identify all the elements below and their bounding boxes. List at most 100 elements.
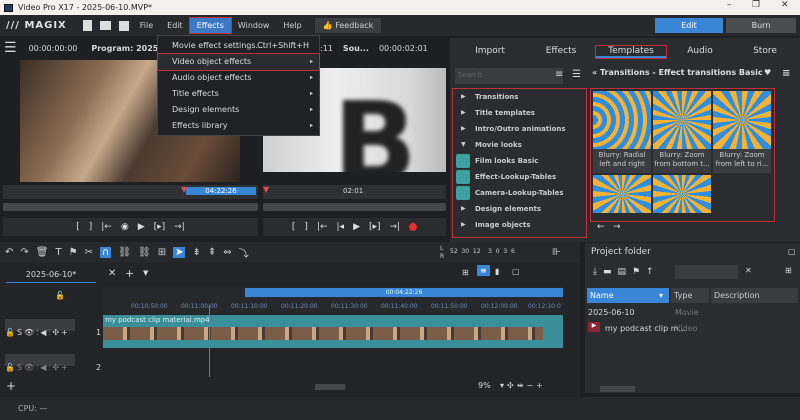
- timeline-view-icon[interactable]: ≡: [477, 265, 490, 276]
- template-thumb[interactable]: [653, 175, 711, 213]
- menu-window[interactable]: Window: [231, 18, 277, 33]
- burn-mode-button[interactable]: Burn: [726, 18, 796, 33]
- tab-audio[interactable]: Audio: [665, 46, 735, 56]
- playhead-marker-icon[interactable]: ▼: [181, 185, 187, 194]
- tree-item-design-elements[interactable]: ▶ Design elements: [453, 201, 586, 217]
- lock-icon[interactable]: 🔓: [55, 291, 65, 300]
- scene-view-icon[interactable]: ▮: [495, 267, 499, 276]
- play-button[interactable]: ▶: [353, 222, 360, 232]
- zoom-level[interactable]: 9%: [478, 381, 491, 390]
- panel-menu-icon[interactable]: ≡: [782, 68, 790, 79]
- tree-item-effect-lut[interactable]: Effect-Lookup-Tables: [453, 169, 586, 185]
- menu-item-title-effects[interactable]: Title effects ▸: [158, 86, 319, 102]
- next-marker-button[interactable]: [▸]: [369, 222, 381, 232]
- column-header-type[interactable]: Type: [671, 288, 709, 303]
- previous-frame-button[interactable]: |◂: [337, 222, 345, 232]
- unlink-icon[interactable]: ⛓: [138, 247, 151, 258]
- open-folder-icon[interactable]: [99, 21, 111, 30]
- menu-item-design-elements[interactable]: Design elements ▸: [158, 102, 319, 118]
- delete-icon[interactable]: 🗑: [36, 247, 49, 258]
- menu-edit[interactable]: Edit: [160, 18, 190, 33]
- tree-item-camera-lut[interactable]: Camera-Lookup-Tables: [453, 185, 586, 201]
- feedback-button[interactable]: 👍 Feedback: [314, 18, 382, 33]
- multitrack-icon[interactable]: ⇔: [223, 247, 231, 258]
- search-input[interactable]: Search: [455, 68, 563, 84]
- maximize-button[interactable]: ❐: [752, 0, 760, 10]
- source-playhead-icon[interactable]: ▼: [263, 185, 269, 194]
- tree-item-intro-outro[interactable]: ▶ Intro/Outro animations: [453, 121, 586, 137]
- project-folder-toolbar[interactable]: ⤓▬▤⚑↑: [593, 267, 660, 277]
- mark-in-button[interactable]: [: [292, 222, 296, 232]
- menu-item-movie-effect-settings[interactable]: Movie effect settings... Ctrl+Shift+H: [158, 38, 319, 54]
- tree-item-title-templates[interactable]: ▶ Title templates: [453, 105, 586, 121]
- go-to-start-button[interactable]: |←: [317, 222, 328, 232]
- project-search-input[interactable]: [675, 265, 738, 279]
- tab-store[interactable]: Store: [730, 46, 800, 56]
- storyboard-view-icon[interactable]: ⊞: [462, 268, 469, 277]
- menu-file[interactable]: File: [133, 18, 160, 33]
- trim-mode-icon[interactable]: ⇟: [192, 247, 200, 258]
- program-scrub-bar[interactable]: 04:22:26 ▼: [3, 185, 258, 199]
- edit-mode-button[interactable]: Edit: [655, 18, 723, 33]
- tab-import[interactable]: Import: [455, 46, 525, 56]
- list-view-icon[interactable]: ≡: [555, 69, 563, 80]
- template-thumb-zoom-bottom[interactable]: [653, 91, 711, 149]
- insert-icon[interactable]: ⊞: [158, 247, 166, 258]
- source-zoom-slider[interactable]: [263, 203, 446, 211]
- pointer-tool-icon[interactable]: ➤: [173, 246, 186, 258]
- template-thumb-zoom-left[interactable]: [713, 91, 771, 149]
- close-button[interactable]: ✕: [781, 0, 789, 10]
- mixer-icon[interactable]: ⊪: [552, 247, 561, 258]
- menu-item-effects-library[interactable]: Effects library ▸: [158, 118, 319, 134]
- horizontal-scrollbar[interactable]: [600, 386, 635, 392]
- row-name[interactable]: 2025-06-10: [588, 308, 635, 317]
- menu-item-audio-object-effects[interactable]: Audio object effects ▸: [158, 70, 319, 86]
- magnet-snap-icon[interactable]: ∩: [99, 246, 112, 258]
- tree-item-movie-looks[interactable]: ▼ Movie looks: [453, 137, 586, 153]
- menu-item-video-object-effects[interactable]: Video object effects ▸: [157, 53, 320, 71]
- program-zoom-slider[interactable]: [3, 203, 258, 211]
- clear-search-icon[interactable]: ✕: [745, 266, 752, 275]
- cut-icon[interactable]: ✂: [85, 247, 93, 258]
- add-tab-icon[interactable]: +: [125, 267, 134, 280]
- go-to-end-button[interactable]: →|: [174, 222, 185, 232]
- tree-item-transitions[interactable]: ▶ Transitions: [453, 89, 586, 105]
- favorite-heart-icon[interactable]: ♥: [764, 68, 771, 77]
- mark-out-button[interactable]: ]: [89, 222, 93, 232]
- menu-effects[interactable]: Effects: [188, 17, 232, 34]
- marker-flag-icon[interactable]: ⚑: [69, 247, 78, 258]
- record-button[interactable]: [409, 223, 418, 231]
- source-scrub-bar[interactable]: ▼ 02:01: [263, 185, 446, 199]
- add-track-icon[interactable]: +: [6, 379, 16, 393]
- loop-button[interactable]: ◉: [121, 222, 129, 232]
- link-icon[interactable]: ⛓: [118, 247, 131, 258]
- go-to-end-button[interactable]: →|: [390, 222, 401, 232]
- back-icon[interactable]: «: [592, 68, 597, 77]
- column-header-description[interactable]: Description: [711, 288, 798, 303]
- zoom-controls[interactable]: ▾✣⇹−+: [500, 381, 546, 390]
- maximize-panel-icon[interactable]: ▢: [788, 247, 796, 256]
- minimize-button[interactable]: –: [727, 0, 732, 10]
- tree-item-film-looks-basic[interactable]: Film looks Basic: [453, 153, 586, 169]
- save-icon[interactable]: [118, 20, 129, 31]
- menu-help[interactable]: Help: [276, 18, 308, 33]
- new-file-icon[interactable]: [82, 20, 92, 31]
- timeline-tab[interactable]: 2025-06-10*: [6, 267, 96, 283]
- horizontal-scrollbar[interactable]: [315, 384, 345, 390]
- tab-effects[interactable]: Effects: [526, 46, 596, 56]
- prev-arrow-icon[interactable]: ←: [597, 222, 605, 232]
- title-icon[interactable]: T: [55, 247, 61, 258]
- mark-in-button[interactable]: [: [76, 222, 80, 232]
- timeline-playhead[interactable]: [209, 305, 210, 377]
- tree-item-image-objects[interactable]: ▶ Image objects: [453, 217, 586, 233]
- redo-icon[interactable]: ↷: [20, 247, 28, 258]
- play-button[interactable]: ▶: [138, 222, 145, 232]
- hamburger-menu-icon[interactable]: ☰: [4, 40, 17, 56]
- next-arrow-icon[interactable]: →: [613, 222, 621, 232]
- video-clip[interactable]: my podcast clip material.mp4: [103, 315, 563, 348]
- tab-dropdown-icon[interactable]: ▼: [143, 269, 148, 277]
- template-thumb[interactable]: [593, 175, 651, 213]
- track-1-controls[interactable]: 🔓S👁⫶◀⫶✣+: [5, 328, 70, 338]
- column-header-name[interactable]: Name ▾: [587, 288, 669, 303]
- track-2-controls[interactable]: 🔓S👁⫶◀⫶✣+: [5, 363, 70, 373]
